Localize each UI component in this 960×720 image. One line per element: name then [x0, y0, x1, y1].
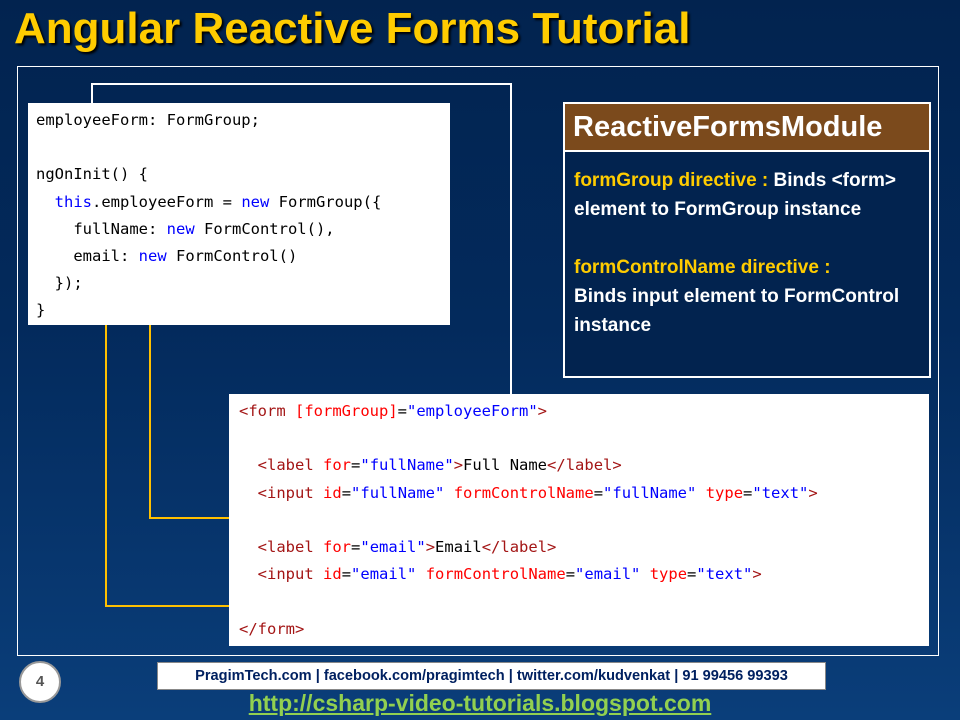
module-description: formGroup directive : Binds <form> eleme…: [565, 152, 929, 340]
code-line: <input id="email" formControlName="email…: [257, 565, 762, 584]
blog-link[interactable]: http://csharp-video-tutorials.blogspot.c…: [0, 690, 960, 717]
contact-footer: PragimTech.com | facebook.com/pragimtech…: [157, 662, 826, 690]
html-template-code-block: <form [formGroup]="employeeForm"> <label…: [229, 394, 929, 646]
reactive-forms-module-box: ReactiveFormsModule formGroup directive …: [563, 102, 931, 378]
code-line: employeeForm: FormGroup;: [36, 111, 260, 129]
formcontrolname-directive-note: formControlName directive : Binds input e…: [574, 253, 919, 340]
code-line: });: [36, 274, 83, 293]
code-line: this.employeeForm = new FormGroup({: [54, 192, 382, 211]
formcontrolname-directive-desc: Binds input element to FormControl insta…: [574, 286, 900, 336]
formgroup-directive-note: formGroup directive : Binds <form> eleme…: [574, 166, 919, 224]
code-line: <input id="fullName" formControlName="fu…: [257, 483, 818, 502]
code-line: }: [36, 301, 46, 320]
formgroup-directive-term: formGroup directive :: [574, 170, 769, 191]
code-line: </form>: [239, 619, 305, 638]
code-line: <form [formGroup]="employeeForm">: [239, 402, 548, 420]
code-line: email: new FormControl(): [36, 247, 298, 266]
code-line: <label for="fullName">Full Name</label>: [257, 456, 622, 475]
typescript-code-block: employeeForm: FormGroup; ngOnInit() { th…: [28, 103, 450, 325]
code-line: <label for="email">Email</label>: [257, 538, 557, 557]
code-line: ngOnInit() {: [36, 165, 148, 184]
code-line: fullName: new FormControl(),: [36, 219, 335, 238]
module-header: ReactiveFormsModule: [565, 104, 929, 152]
formcontrolname-directive-term: formControlName directive :: [574, 257, 831, 278]
